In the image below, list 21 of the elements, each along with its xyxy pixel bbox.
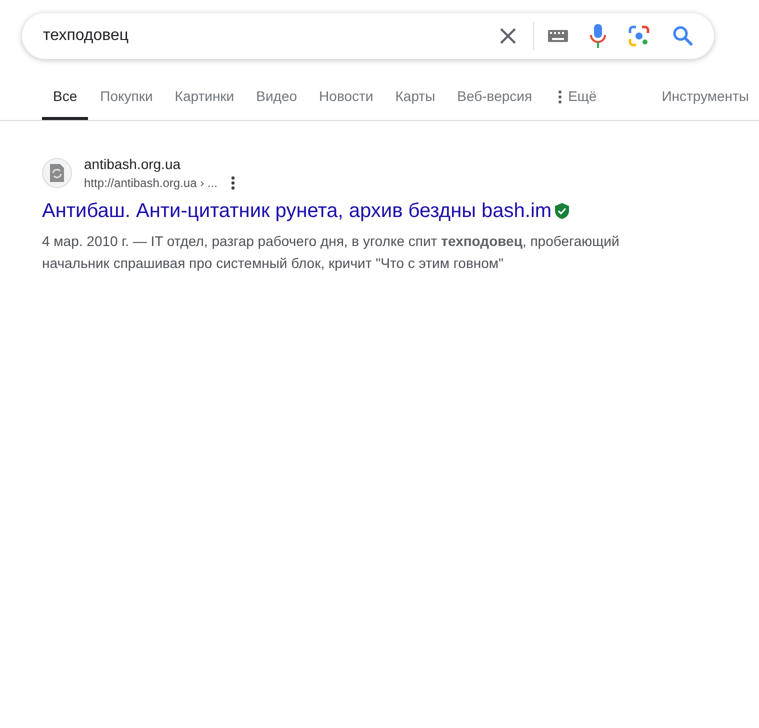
- tab[interactable]: Карты: [395, 83, 436, 120]
- result-title-link[interactable]: Антибаш. Анти-цитатник рунета, архив бездны bash.im: [42, 198, 552, 224]
- tab[interactable]: Веб-версия: [457, 83, 532, 120]
- microphone-icon[interactable]: [590, 24, 606, 48]
- tools-button[interactable]: Инструменты: [662, 83, 749, 120]
- keyboard-icon[interactable]: [548, 30, 568, 42]
- tab[interactable]: Картинки: [174, 83, 234, 120]
- site-url: http://antibash.org.ua › ...: [84, 175, 218, 192]
- tab[interactable]: Видео: [256, 83, 298, 120]
- site-favicon: [42, 158, 72, 188]
- search-field[interactable]: техподовец: [43, 27, 496, 45]
- camera-icon[interactable]: [628, 25, 650, 47]
- more-icon: [558, 90, 562, 104]
- site-name: antibash.org.ua: [84, 155, 182, 174]
- tab[interactable]: Покупки: [100, 83, 153, 120]
- tab[interactable]: Ещё: [558, 83, 597, 120]
- more-options-icon[interactable]: [231, 176, 236, 190]
- search-icon[interactable]: [672, 25, 694, 47]
- tab[interactable]: Новости: [319, 83, 374, 120]
- result-snippet: 4 мар. 2010 г. — IT отдел, разгар рабочего дня, в уголке спит техподовец, пробегающий начальник спрашивая про системный блок, кричит "Что с этим говном": [42, 232, 620, 273]
- tab[interactable]: Все: [42, 83, 88, 120]
